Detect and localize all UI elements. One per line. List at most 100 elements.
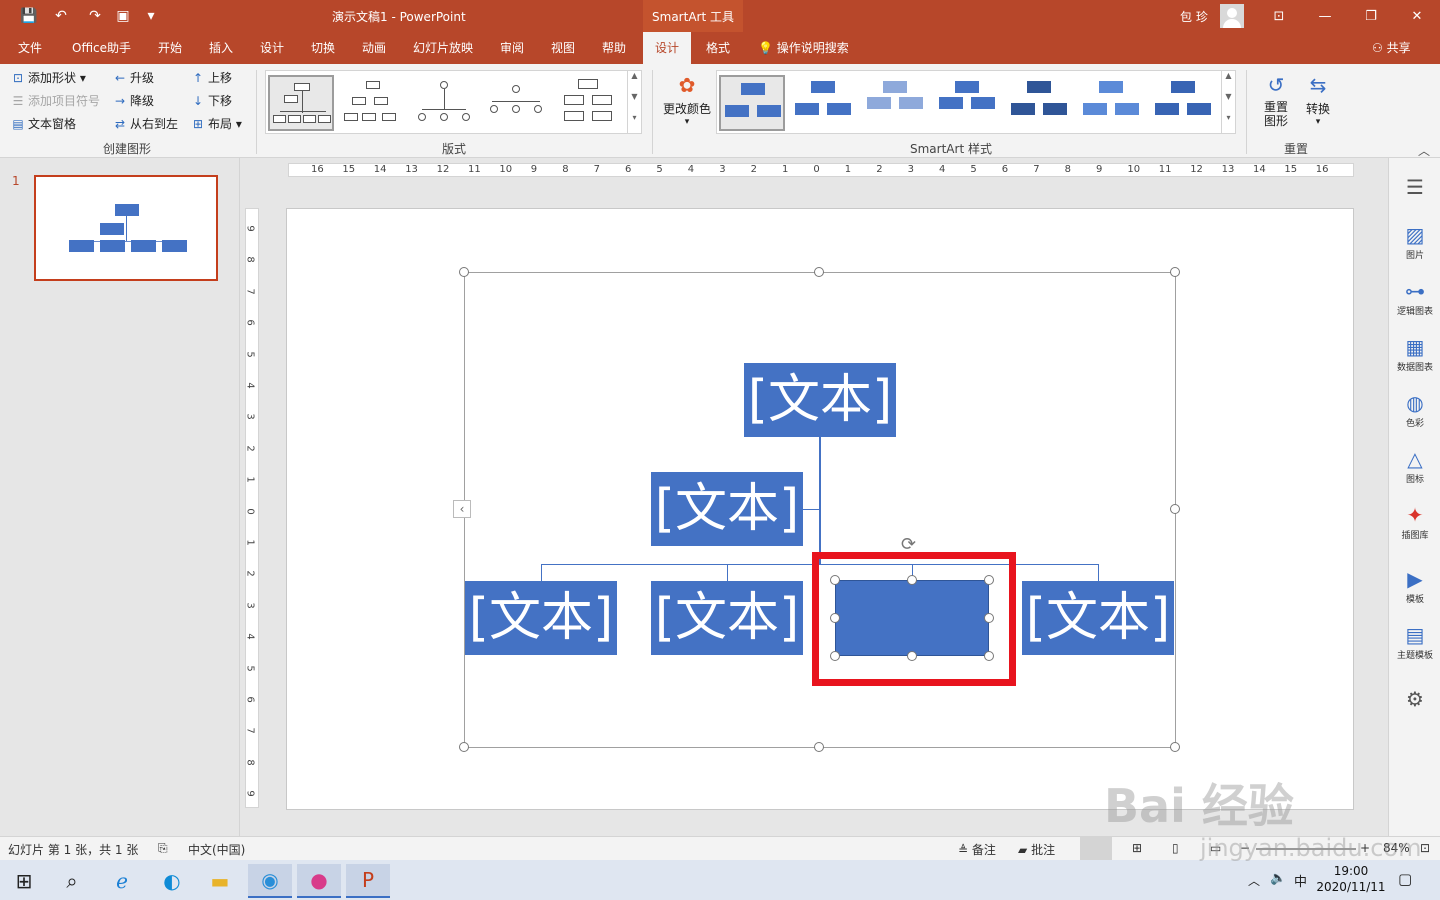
avatar[interactable] bbox=[1220, 4, 1244, 28]
language-indicator[interactable]: 中文(中国) bbox=[188, 841, 245, 858]
tab-home[interactable]: 开始 bbox=[158, 32, 182, 64]
collapse-ribbon-icon[interactable]: ︿ bbox=[1418, 142, 1430, 159]
resize-handle[interactable] bbox=[1170, 504, 1180, 514]
styles-scroll-up[interactable]: ▲ bbox=[1221, 71, 1235, 92]
resize-handle[interactable] bbox=[459, 742, 469, 752]
ie-browser-icon[interactable]: ℯ bbox=[100, 864, 144, 898]
undo-icon[interactable]: ↶ bbox=[50, 6, 72, 26]
resize-handle[interactable] bbox=[459, 267, 469, 277]
gallery-scroll-down[interactable]: ▼ bbox=[627, 92, 641, 113]
change-colors-button[interactable]: ✿ 更改颜色 ▾ bbox=[660, 70, 714, 127]
style-option-6[interactable] bbox=[1079, 75, 1145, 131]
customize-quick-access-icon[interactable]: ▾ bbox=[140, 6, 162, 26]
clock[interactable]: 19:00 2020/11/11 bbox=[1316, 863, 1386, 895]
org-node-child[interactable]: [文本] bbox=[1022, 581, 1174, 655]
start-from-beginning-icon[interactable]: ▣ bbox=[112, 6, 134, 26]
layout-option-labeled-hierarchy[interactable] bbox=[484, 75, 550, 131]
tab-transitions[interactable]: 切换 bbox=[311, 32, 335, 64]
style-option-7[interactable] bbox=[1151, 75, 1217, 131]
search-icon[interactable]: ⌕ bbox=[50, 864, 94, 898]
style-option-3[interactable] bbox=[863, 75, 929, 131]
powerpoint-app-icon[interactable]: P bbox=[346, 864, 390, 898]
tell-me-search[interactable]: 💡 操作说明搜索 bbox=[758, 32, 849, 64]
browser-app-icon[interactable]: ◉ bbox=[248, 864, 292, 898]
tab-smartart-design[interactable]: 设计 bbox=[643, 32, 692, 64]
pane-templates[interactable]: ▶ 模板 bbox=[1389, 566, 1440, 605]
spell-check-icon[interactable]: ⎘ bbox=[158, 841, 168, 856]
tab-design[interactable]: 设计 bbox=[260, 32, 284, 64]
demote-button[interactable]: → 降级 bbox=[112, 91, 154, 111]
convert-button[interactable]: ⇆ 转换 ▾ bbox=[1300, 70, 1336, 127]
style-option-4[interactable] bbox=[935, 75, 1001, 131]
ribbon-display-options-icon[interactable]: ⊡ bbox=[1256, 0, 1302, 32]
resize-handle[interactable] bbox=[1170, 742, 1180, 752]
slide-thumbnail[interactable] bbox=[34, 175, 218, 281]
gallery-scroll-up[interactable]: ▲ bbox=[627, 71, 641, 92]
layout-option-circle-hierarchy[interactable] bbox=[412, 75, 478, 131]
pane-logic-chart[interactable]: ⊶ 逻辑图表 bbox=[1389, 278, 1440, 317]
layout-option-hierarchy[interactable] bbox=[340, 75, 406, 131]
paint-app-icon[interactable]: ● bbox=[297, 864, 341, 898]
tab-office-assistant[interactable]: Office助手 bbox=[72, 32, 131, 64]
resize-handle[interactable] bbox=[814, 267, 824, 277]
gallery-more[interactable]: ▾ bbox=[627, 113, 641, 134]
org-node-top[interactable]: [文本] bbox=[744, 363, 896, 437]
style-option-1[interactable] bbox=[719, 75, 785, 131]
pane-menu-icon[interactable]: ☰ bbox=[1389, 174, 1440, 200]
share-button[interactable]: ⚇ 共享 bbox=[1372, 32, 1411, 64]
minimize-icon[interactable]: — bbox=[1302, 0, 1348, 32]
file-explorer-icon[interactable]: ▬ bbox=[198, 864, 242, 898]
fit-slide-icon[interactable]: ⊡ bbox=[1420, 841, 1430, 855]
org-node-child[interactable]: [文本] bbox=[651, 581, 803, 655]
add-bullet-button[interactable]: ☰ 添加项目符号 bbox=[10, 91, 100, 111]
promote-button[interactable]: ← 升级 bbox=[112, 68, 154, 88]
edge-browser-icon[interactable]: ◐ bbox=[150, 864, 194, 898]
pane-settings[interactable]: ⚙ bbox=[1389, 686, 1440, 712]
tab-help[interactable]: 帮助 bbox=[602, 32, 626, 64]
normal-view-button[interactable] bbox=[1080, 837, 1112, 861]
pane-theme-templates[interactable]: ▤ 主题模板 bbox=[1389, 622, 1440, 661]
move-up-button[interactable]: ↑ 上移 bbox=[190, 68, 232, 88]
redo-icon[interactable]: ↷ bbox=[84, 6, 106, 26]
styles-scroll-down[interactable]: ▼ bbox=[1221, 92, 1235, 113]
tab-slideshow[interactable]: 幻灯片放映 bbox=[413, 32, 473, 64]
save-icon[interactable]: 💾 bbox=[18, 6, 40, 26]
right-to-left-button[interactable]: ⇄ 从右到左 bbox=[112, 114, 178, 134]
text-pane-button[interactable]: ▤ 文本窗格 bbox=[10, 114, 76, 134]
layout-button[interactable]: ⊞ 布局 ▾ bbox=[190, 114, 242, 134]
tab-view[interactable]: 视图 bbox=[551, 32, 575, 64]
text-pane-toggle-icon[interactable]: ‹ bbox=[453, 500, 471, 518]
styles-more[interactable]: ▾ bbox=[1221, 113, 1235, 134]
notes-button[interactable]: ≜ 备注 bbox=[958, 841, 996, 858]
close-icon[interactable]: ✕ bbox=[1394, 0, 1440, 32]
volume-icon[interactable]: 🔈 bbox=[1270, 871, 1286, 886]
pane-icons[interactable]: △ 图标 bbox=[1389, 446, 1440, 485]
style-option-5[interactable] bbox=[1007, 75, 1073, 131]
slide-sorter-icon[interactable]: ⊞ bbox=[1132, 841, 1142, 855]
pane-illustrations[interactable]: ✦ 插图库 bbox=[1389, 502, 1440, 541]
ime-indicator[interactable]: 中 bbox=[1294, 871, 1307, 890]
tab-animations[interactable]: 动画 bbox=[362, 32, 386, 64]
resize-handle[interactable] bbox=[814, 742, 824, 752]
pane-data-chart[interactable]: ▦ 数据图表 bbox=[1389, 334, 1440, 373]
user-name[interactable]: 包 珍 bbox=[1180, 8, 1208, 25]
reading-view-icon[interactable]: ▯ bbox=[1172, 841, 1179, 855]
tray-expand-icon[interactable]: ︿ bbox=[1248, 872, 1260, 889]
pane-colors[interactable]: ◍ 色彩 bbox=[1389, 390, 1440, 429]
org-node-child[interactable]: [文本] bbox=[465, 581, 617, 655]
restore-icon[interactable]: ❐ bbox=[1348, 0, 1394, 32]
tab-file[interactable]: 文件 bbox=[18, 32, 42, 64]
move-down-button[interactable]: ↓ 下移 bbox=[190, 91, 232, 111]
tab-insert[interactable]: 插入 bbox=[209, 32, 233, 64]
comments-button[interactable]: ▰ 批注 bbox=[1018, 841, 1055, 858]
pane-picture[interactable]: ▨ 图片 bbox=[1389, 222, 1440, 261]
layout-option-org-chart[interactable] bbox=[268, 75, 334, 131]
tab-review[interactable]: 审阅 bbox=[500, 32, 524, 64]
add-shape-button[interactable]: ⊡ 添加形状 ▾ bbox=[10, 68, 86, 88]
org-node-assistant[interactable]: [文本] bbox=[651, 472, 803, 546]
resize-handle[interactable] bbox=[1170, 267, 1180, 277]
notifications-icon[interactable]: ▢ bbox=[1398, 870, 1412, 888]
windows-start-icon[interactable]: ⊞ bbox=[2, 864, 46, 898]
style-option-2[interactable] bbox=[791, 75, 857, 131]
reset-graphic-button[interactable]: ↺ 重置 图形 bbox=[1256, 70, 1296, 128]
